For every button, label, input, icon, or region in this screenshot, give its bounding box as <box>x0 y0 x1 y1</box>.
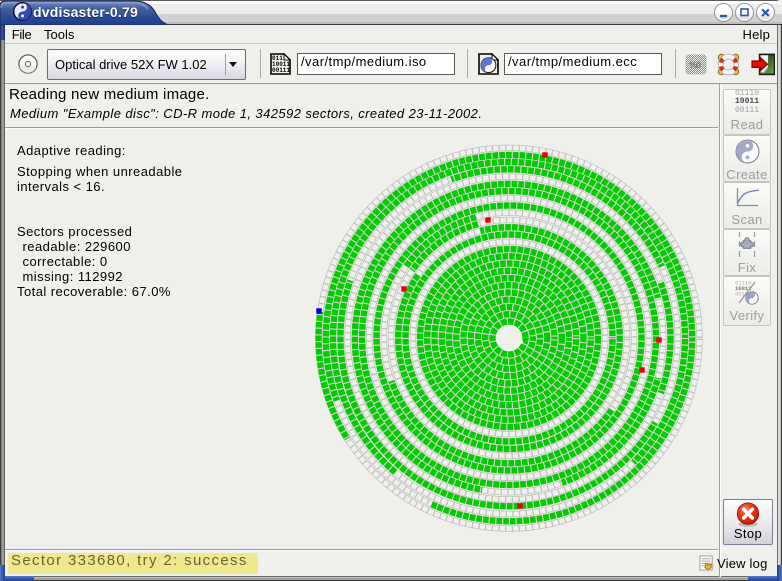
svg-text:%0: %0 <box>689 60 701 70</box>
svg-text:00111: 00111 <box>272 67 290 74</box>
